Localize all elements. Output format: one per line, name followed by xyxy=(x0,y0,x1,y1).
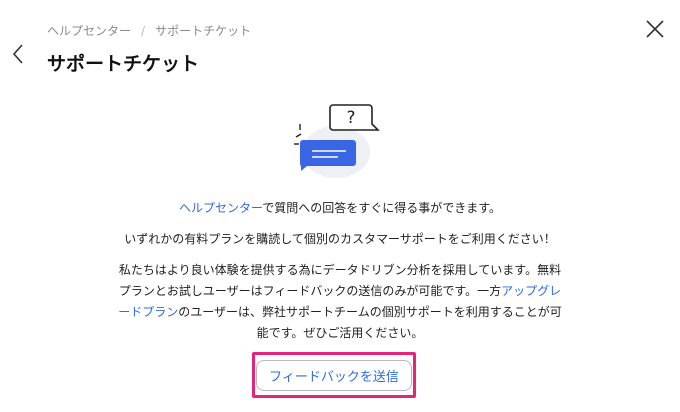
content-area: ヘルプセンターで質問への回答をすぐに得る事ができます。 いずれかの有料プランを購… xyxy=(90,198,590,354)
chat-bubbles-illustration: ? xyxy=(294,104,380,178)
back-button[interactable] xyxy=(8,42,28,66)
breadcrumb-item-help-center[interactable]: ヘルプセンター xyxy=(47,22,131,39)
data-driven-line-3: のユーザーは、弊社サポートチームの個別サポートを利用することが可 xyxy=(178,305,562,319)
close-button[interactable] xyxy=(644,18,666,40)
help-center-paragraph: ヘルプセンターで質問への回答をすぐに得る事ができます。 xyxy=(90,198,590,219)
data-driven-line-1: 私たちはより良い体験を提供する為にデータドリブン分析を採用しています。無料 xyxy=(118,263,562,277)
help-center-link[interactable]: ヘルプセンター xyxy=(179,201,262,215)
data-driven-line-4: 能です。ぜひご活用ください。 xyxy=(256,326,424,340)
feedback-button-highlight: フィードバックを送信 xyxy=(252,352,416,398)
data-driven-paragraph: 私たちはより良い体験を提供する為にデータドリブン分析を採用しています。無料 プラ… xyxy=(90,260,590,344)
chevron-left-icon xyxy=(12,44,23,64)
data-driven-line-2: プランとお試しユーザーはフィードバックの送信のみが可能です。一方 xyxy=(118,284,502,298)
page-title: サポートチケット xyxy=(47,53,200,75)
upgrade-plan-link-part-1[interactable]: アップグレ xyxy=(501,284,561,298)
help-center-text: で質問への回答をすぐに得る事ができます。 xyxy=(262,201,502,215)
close-icon xyxy=(646,20,664,38)
send-feedback-button[interactable]: フィードバックを送信 xyxy=(256,359,412,391)
upgrade-plan-link-part-2[interactable]: ードプラン xyxy=(118,305,178,319)
breadcrumb: ヘルプセンター / サポートチケット xyxy=(47,22,251,39)
breadcrumb-separator: / xyxy=(141,23,146,38)
question-mark-icon: ? xyxy=(346,108,355,128)
breadcrumb-item-support-ticket: サポートチケット xyxy=(155,24,252,38)
paid-plan-paragraph: いずれかの有料プランを購読して個別のカスタマーサポートをご利用ください！ xyxy=(124,232,556,246)
